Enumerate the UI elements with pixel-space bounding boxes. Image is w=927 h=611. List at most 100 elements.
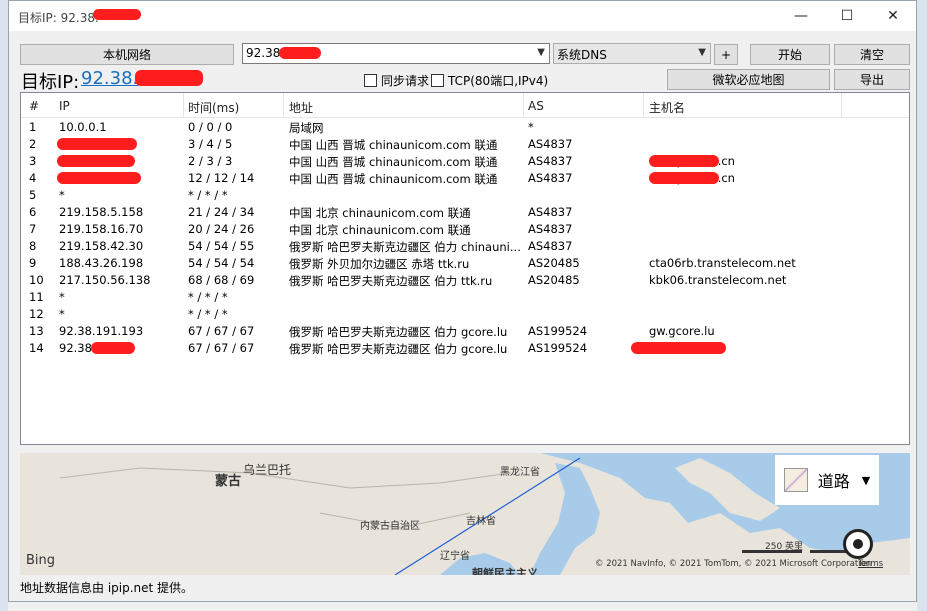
table-cell-time: * / * / *: [188, 307, 228, 321]
map-label-inner-mongolia: 内蒙古自治区: [360, 521, 420, 532]
chevron-down-icon[interactable]: ▼: [862, 474, 870, 487]
export-button[interactable]: 导出: [834, 69, 910, 90]
table-cell-time: 20 / 24 / 26: [188, 222, 255, 236]
table-cell-as: AS199524: [528, 341, 588, 355]
chevron-down-icon[interactable]: ▼: [537, 47, 545, 58]
table-cell-as: AS20485: [528, 256, 580, 270]
table-cell-time: 54 / 54 / 54: [188, 256, 255, 270]
local-network-button[interactable]: 本机网络: [20, 44, 234, 65]
table-row[interactable]: 1 10.0.0.1 0 / 0 / 0 局域网 *: [21, 119, 909, 136]
table-cell-n: 2: [29, 137, 37, 151]
table-row[interactable]: 10 217.150.56.138 68 / 68 / 69 俄罗斯 哈巴罗夫斯克边疆…: [21, 272, 909, 289]
table-cell-time: * / * / *: [188, 290, 228, 304]
minimize-button[interactable]: —: [778, 1, 824, 31]
background-window-left: [0, 0, 8, 611]
column-header-number[interactable]: #: [29, 99, 39, 113]
column-header-hostname[interactable]: 主机名: [649, 99, 685, 116]
table-row[interactable]: 9 188.43.26.198 54 / 54 / 54 俄罗斯 外贝加尔边疆区 赤塔…: [21, 255, 909, 272]
table-row[interactable]: 6 219.158.5.158 21 / 24 / 34 中国 北京 chinauni…: [21, 204, 909, 221]
dns-select-value: 系统DNS: [557, 48, 607, 62]
table-row[interactable]: 12 * * / * / *: [21, 306, 909, 323]
maximize-button[interactable]: ☐: [824, 1, 870, 31]
column-header-as[interactable]: AS: [528, 99, 544, 113]
redaction-mark: [57, 172, 141, 184]
close-button[interactable]: ✕: [870, 1, 916, 31]
bing-map-button[interactable]: 微软必应地图: [667, 69, 830, 90]
column-header-time[interactable]: 时间(ms): [188, 99, 239, 116]
table-cell-host: kbk06.transtelecom.net: [649, 273, 787, 287]
tcp-checkbox[interactable]: TCP(80端口,IPv4): [431, 72, 548, 89]
map-scale-bar: [742, 550, 802, 553]
table-cell-ip: *: [59, 307, 65, 321]
bing-map[interactable]: 蒙古 乌兰巴托 黑龙江省 内蒙古自治区 吉林省 辽宁省 朝鲜民主主义 道路 ▼ …: [20, 453, 910, 575]
hop-table[interactable]: # IP 时间(ms) 地址 AS 主机名 1 10.0.0.1 0 / 0 / 0…: [20, 92, 910, 445]
redaction-mark: [91, 342, 135, 354]
table-row[interactable]: 4 12 / 12 / 14 中国 山西 晋城 chinaunicom.com 联通…: [21, 170, 909, 187]
table-cell-time: 54 / 54 / 55: [188, 239, 255, 253]
table-cell-as: AS4837: [528, 171, 573, 185]
table-cell-addr: 中国 山西 晋城 chinaunicom.com 联通: [289, 155, 498, 169]
table-row[interactable]: 3 2 / 3 / 3 中国 山西 晋城 chinaunicom.com 联通 AS4…: [21, 153, 909, 170]
table-cell-ip: 188.43.26.198: [59, 256, 144, 270]
table-cell-n: 1: [29, 120, 37, 134]
map-label-heilongjiang: 黑龙江省: [500, 467, 540, 478]
tcp-label: TCP(80端口,IPv4): [448, 74, 549, 88]
table-row[interactable]: 13 92.38.191.193 67 / 67 / 67 俄罗斯 哈巴罗夫斯克边疆区…: [21, 323, 909, 340]
dns-select[interactable]: 系统DNS ▼: [553, 43, 711, 64]
table-cell-as: AS4837: [528, 222, 573, 236]
table-cell-n: 9: [29, 256, 37, 270]
table-cell-addr: 中国 北京 chinaunicom.com 联通: [289, 223, 471, 237]
table-header: # IP 时间(ms) 地址 AS 主机名: [21, 93, 909, 118]
table-cell-ip: 217.150.56.138: [59, 273, 151, 287]
start-button[interactable]: 开始: [750, 44, 830, 65]
table-row[interactable]: 5 * * / * / *: [21, 187, 909, 204]
table-cell-n: 8: [29, 239, 37, 253]
target-ip-link[interactable]: 92.38.: [81, 68, 138, 89]
map-style-selector[interactable]: 道路 ▼: [775, 455, 879, 505]
table-cell-as: *: [528, 120, 534, 134]
table-row[interactable]: 2 3 / 4 / 5 中国 山西 晋城 chinaunicom.com 联通 AS4…: [21, 136, 909, 153]
map-label-jilin: 吉林省: [466, 516, 496, 527]
table-cell-time: 0 / 0 / 0: [188, 120, 233, 134]
table-cell-addr: 俄罗斯 哈巴罗夫斯克边疆区 伯力 chinauni...: [289, 240, 521, 254]
table-cell-n: 11: [29, 290, 44, 304]
table-row[interactable]: 7 219.158.16.70 20 / 24 / 26 中国 北京 chinauni…: [21, 221, 909, 238]
checkbox-box[interactable]: [364, 74, 377, 87]
table-cell-time: 12 / 12 / 14: [188, 171, 255, 185]
chevron-down-icon[interactable]: ▼: [698, 47, 706, 58]
table-cell-as: AS4837: [528, 154, 573, 168]
map-label-mongolia: 蒙古: [215, 474, 242, 489]
table-cell-host: gw.gcore.lu: [649, 324, 715, 338]
bing-logo: Bing: [26, 553, 56, 568]
table-cell-ip: 219.158.42.30: [59, 239, 144, 253]
table-row[interactable]: 11 * * / * / *: [21, 289, 909, 306]
checkbox-box[interactable]: [431, 74, 444, 87]
column-header-address[interactable]: 地址: [289, 99, 313, 116]
table-cell-time: 2 / 3 / 3: [188, 154, 233, 168]
column-header-ip[interactable]: IP: [59, 99, 70, 113]
map-terms-link[interactable]: Terms: [858, 559, 883, 569]
redaction-mark: [631, 342, 726, 354]
table-cell-n: 14: [29, 341, 44, 355]
table-cell-as: AS199524: [528, 324, 588, 338]
table-cell-addr: 中国 北京 chinaunicom.com 联通: [289, 206, 471, 220]
table-cell-n: 12: [29, 307, 44, 321]
table-cell-host: cta06rb.transtelecom.net: [649, 256, 796, 270]
table-cell-addr: 中国 山西 晋城 chinaunicom.com 联通: [289, 172, 498, 186]
table-row[interactable]: 14 92.38. 67 / 67 / 67 俄罗斯 哈巴罗夫斯克边疆区 伯力 gco…: [21, 340, 909, 357]
table-cell-n: 4: [29, 171, 37, 185]
sync-request-checkbox[interactable]: 同步请求: [364, 72, 429, 89]
traceroute-window: 目标IP: 92.38. — ☐ ✕ 本机网络 92.38. ▼ 系统DNS ▼…: [8, 0, 917, 602]
add-button[interactable]: +: [714, 44, 738, 65]
clear-button[interactable]: 清空: [834, 44, 910, 65]
table-row[interactable]: 8 219.158.42.30 54 / 54 / 55 俄罗斯 哈巴罗夫斯克边疆区 …: [21, 238, 909, 255]
locate-me-icon[interactable]: [843, 529, 873, 559]
table-cell-addr: 俄罗斯 哈巴罗夫斯克边疆区 伯力 gcore.lu: [289, 325, 508, 339]
table-cell-addr: 俄罗斯 哈巴罗夫斯克边疆区 伯力 gcore.lu: [289, 342, 508, 356]
table-cell-as: AS4837: [528, 239, 573, 253]
table-cell-ip: *: [59, 188, 65, 202]
ip-input[interactable]: 92.38. ▼: [242, 43, 550, 64]
table-cell-ip: 219.158.16.70: [59, 222, 144, 236]
table-cell-time: 3 / 4 / 5: [188, 137, 233, 151]
table-cell-ip: *: [59, 290, 65, 304]
